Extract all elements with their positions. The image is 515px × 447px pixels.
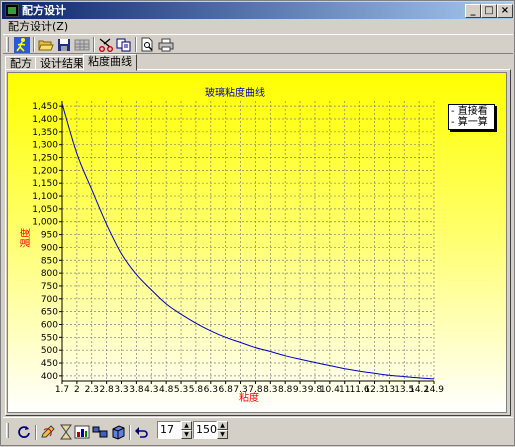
run-icon[interactable]: [13, 36, 31, 53]
close-button[interactable]: ×: [497, 4, 513, 18]
toolbar-separator: [129, 425, 131, 440]
legend-item-direct: - 直接看: [451, 106, 488, 117]
tab-recipe[interactable]: 配方: [5, 56, 37, 70]
spinner-start-input[interactable]: 17: [157, 421, 181, 439]
spinner-end-buttons[interactable]: ▲ ▼: [217, 421, 228, 439]
chart-area: [7, 72, 507, 413]
maximize-button[interactable]: □: [481, 4, 497, 18]
save-icon[interactable]: [55, 36, 73, 53]
title-bar: 配方设计 _ □ ×: [2, 2, 513, 19]
copy-icon[interactable]: [115, 36, 133, 53]
grid-icon[interactable]: [73, 36, 91, 53]
undo-icon[interactable]: [133, 423, 151, 440]
cut-icon[interactable]: [97, 36, 115, 53]
spin-up-icon[interactable]: ▲: [217, 421, 228, 430]
menu-recipe-design[interactable]: 配方设计(Z): [8, 20, 68, 34]
edit-icon[interactable]: [39, 423, 57, 440]
window-title: 配方设计: [22, 4, 66, 17]
chart-legend: - 直接看 - 算一算: [448, 104, 495, 130]
legend-item-calculate: - 算一算: [451, 117, 488, 128]
chart-icon[interactable]: [73, 423, 91, 440]
spinner-start-buttons[interactable]: ▲ ▼: [181, 421, 192, 439]
toolbar-separator: [35, 425, 37, 440]
print-preview-icon[interactable]: [139, 36, 157, 53]
toolbar: [3, 34, 513, 54]
cube-icon[interactable]: [109, 423, 127, 440]
toolbar-grip[interactable]: [6, 37, 9, 52]
print-icon[interactable]: [157, 36, 175, 53]
toolbar-separator: [93, 37, 95, 52]
app-window: 配方设计 _ □ × 配方设计(Z) 配方 设计结果 粘度曲线 玻璃粘度曲线 4…: [0, 0, 515, 446]
layout-icon[interactable]: [91, 423, 109, 440]
tab-design-results[interactable]: 设计结果: [35, 56, 89, 70]
tab-viscosity-curve[interactable]: 粘度曲线: [83, 54, 137, 71]
minimize-button[interactable]: _: [465, 4, 481, 18]
spin-down-icon[interactable]: ▼: [217, 430, 228, 439]
bottom-toolbar: 17 ▲ ▼ 150 ▲ ▼: [3, 417, 513, 445]
spin-up-icon[interactable]: ▲: [181, 421, 192, 430]
toolbar-separator: [135, 37, 137, 52]
spinner-end-input[interactable]: 150: [193, 421, 217, 439]
toolbar-separator: [33, 37, 35, 52]
toolbar-grip[interactable]: [6, 423, 9, 438]
open-folder-icon[interactable]: [37, 36, 55, 53]
menu-bar: 配方设计(Z): [3, 20, 513, 34]
spin-down-icon[interactable]: ▼: [181, 430, 192, 439]
app-icon[interactable]: [5, 4, 19, 17]
refresh-icon[interactable]: [15, 423, 33, 440]
